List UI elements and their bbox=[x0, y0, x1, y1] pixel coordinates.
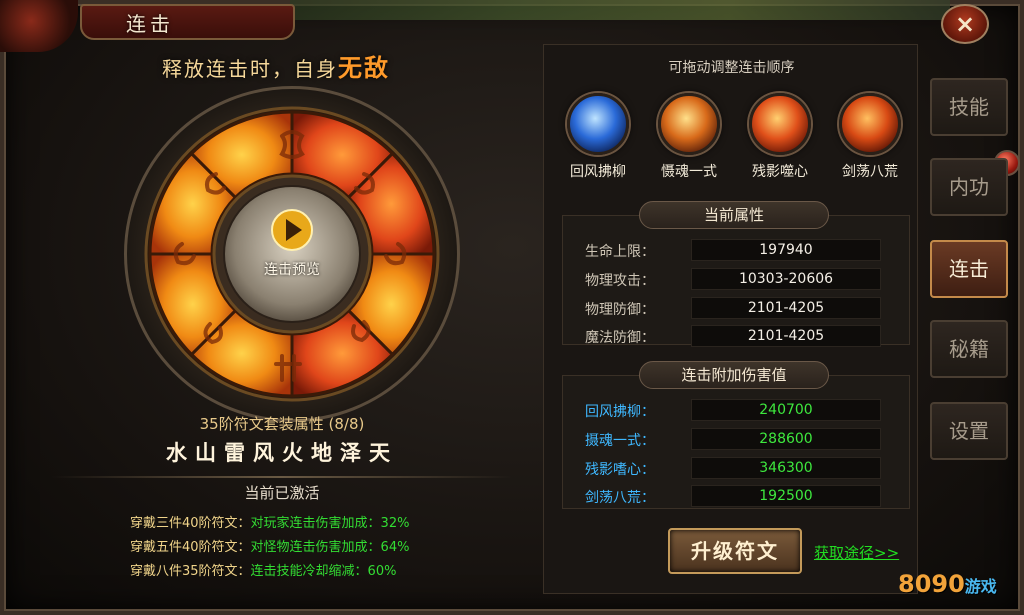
tab-internal[interactable]: 内功 bbox=[930, 158, 1008, 216]
skill-icon-sword[interactable] bbox=[839, 93, 901, 155]
tab-secrets[interactable]: 秘籍 bbox=[930, 320, 1008, 378]
attributes-box: 生命上限： 197940 物理攻击： 10303-20606 物理防御： 210… bbox=[562, 215, 911, 348]
bonus-value: 对玩家连击伤害加成：32% bbox=[250, 516, 410, 531]
skill-slot-2[interactable]: 慑魂一式 bbox=[650, 93, 728, 181]
combo-preview-hub[interactable] bbox=[223, 185, 361, 323]
combo-info-panel: 可拖动调整连击顺序 回风拂柳 慑魂一式 残影噬心 剑荡八荒 生命上限： 1979… bbox=[543, 44, 918, 594]
set-elements: 水山雷风火地泽天 bbox=[166, 440, 398, 465]
damage-label: 剑荡八荒： bbox=[585, 490, 655, 506]
damage-heading: 连击附加伤害值 bbox=[639, 361, 829, 389]
damage-row: 摄魂一式： 288600 bbox=[563, 427, 911, 451]
damage-row: 残影嗜心： 346300 bbox=[563, 456, 911, 480]
damage-box: 回风拂柳： 240700 摄魂一式： 288600 残影嗜心： 346300 剑… bbox=[562, 375, 910, 509]
stat-value: 197940 bbox=[691, 239, 881, 261]
site-watermark: 8090游戏 bbox=[898, 570, 997, 598]
window-title: 连击 bbox=[126, 11, 174, 36]
stat-value: 10303-20606 bbox=[691, 268, 881, 290]
skill-name: 剑荡八荒 bbox=[842, 164, 898, 180]
damage-label: 摄魂一式： bbox=[585, 433, 655, 449]
skill-slot-1[interactable]: 回风拂柳 bbox=[559, 93, 637, 181]
get-path-link[interactable]: 获取途径>> bbox=[814, 542, 899, 563]
attributes-heading: 当前属性 bbox=[639, 201, 829, 229]
damage-value: 288600 bbox=[691, 428, 881, 450]
stat-label: 魔法防御： bbox=[585, 330, 655, 346]
skill-icon-soul[interactable] bbox=[658, 93, 720, 155]
set-title: 35阶符文套装属性 (8/8) bbox=[199, 415, 365, 433]
stat-value: 2101-4205 bbox=[691, 325, 881, 347]
stat-label: 物理防御： bbox=[585, 302, 655, 318]
skill-slot-4[interactable]: 剑荡八荒 bbox=[831, 93, 909, 181]
tab-combo[interactable]: 连击 bbox=[930, 240, 1008, 298]
upgrade-rune-button[interactable]: 升级符文 bbox=[668, 528, 802, 574]
skill-name: 残影噬心 bbox=[752, 164, 808, 180]
rune-wheel: 连击预览 bbox=[124, 86, 460, 422]
skill-slot-3[interactable]: 残影噬心 bbox=[741, 93, 819, 181]
skill-icon-shadow[interactable] bbox=[749, 93, 811, 155]
stat-row: 物理防御： 2101-4205 bbox=[563, 296, 911, 320]
invincible-tagline: 释放连击时，自身无敌 bbox=[162, 48, 390, 83]
damage-row: 回风拂柳： 240700 bbox=[563, 398, 911, 422]
close-icon: × bbox=[954, 10, 976, 38]
stat-row: 物理攻击： 10303-20606 bbox=[563, 267, 911, 291]
stat-value: 2101-4205 bbox=[691, 297, 881, 319]
damage-value: 192500 bbox=[691, 485, 881, 507]
watermark-main: 8090 bbox=[898, 570, 965, 598]
bonus-row: 穿戴三件40阶符文：对玩家连击伤害加成：32% bbox=[130, 512, 409, 536]
bonus-key: 穿戴八件35阶符文： bbox=[130, 564, 251, 579]
stat-row: 生命上限： 197940 bbox=[563, 238, 911, 262]
stat-label: 物理攻击： bbox=[585, 273, 655, 289]
damage-row: 剑荡八荒： 192500 bbox=[563, 484, 911, 508]
stat-label: 生命上限： bbox=[585, 244, 655, 260]
close-button[interactable]: × bbox=[941, 4, 989, 44]
bonus-value: 对怪物连击伤害加成：64% bbox=[250, 540, 410, 555]
skill-name: 慑魂一式 bbox=[661, 164, 717, 180]
damage-value: 346300 bbox=[691, 457, 881, 479]
damage-label: 残影嗜心： bbox=[585, 462, 655, 478]
rune-panel: 释放连击时，自身无敌 连击预览 35阶符文套装属性 (8/8) 水山雷风火地泽天… bbox=[22, 42, 542, 602]
stat-row: 魔法防御： 2101-4205 bbox=[563, 324, 911, 348]
skill-name: 回风拂柳 bbox=[570, 164, 626, 180]
tab-settings[interactable]: 设置 bbox=[930, 402, 1008, 460]
bonus-row: 穿戴八件35阶符文：连击技能冷却缩减：60% bbox=[130, 560, 409, 584]
divider bbox=[52, 476, 512, 478]
rune-wheel-svg bbox=[144, 106, 440, 402]
tagline-prefix: 释放连击时，自身 bbox=[162, 57, 338, 81]
window-titlebar: 连击 bbox=[80, 4, 295, 40]
bonus-key: 穿戴三件40阶符文： bbox=[130, 516, 251, 531]
bonus-value: 连击技能冷却缩减：60% bbox=[250, 564, 397, 579]
skill-icon-wind[interactable] bbox=[567, 93, 629, 155]
combo-preview-label[interactable]: 连击预览 bbox=[142, 259, 442, 279]
watermark-sub: 游戏 bbox=[964, 577, 997, 596]
map-backdrop bbox=[290, 0, 950, 20]
active-title: 当前已激活 bbox=[244, 484, 320, 502]
damage-value: 240700 bbox=[691, 399, 881, 421]
damage-label: 回风拂柳： bbox=[585, 404, 655, 420]
combo-order-caption: 可拖动调整连击顺序 bbox=[668, 60, 795, 76]
bonus-list: 穿戴三件40阶符文：对玩家连击伤害加成：32% 穿戴五件40阶符文：对怪物连击伤… bbox=[130, 512, 409, 584]
tagline-emphasis: 无敌 bbox=[338, 53, 390, 82]
tab-skills[interactable]: 技能 bbox=[930, 78, 1008, 136]
bonus-row: 穿戴五件40阶符文：对怪物连击伤害加成：64% bbox=[130, 536, 409, 560]
bonus-key: 穿戴五件40阶符文： bbox=[130, 540, 251, 555]
